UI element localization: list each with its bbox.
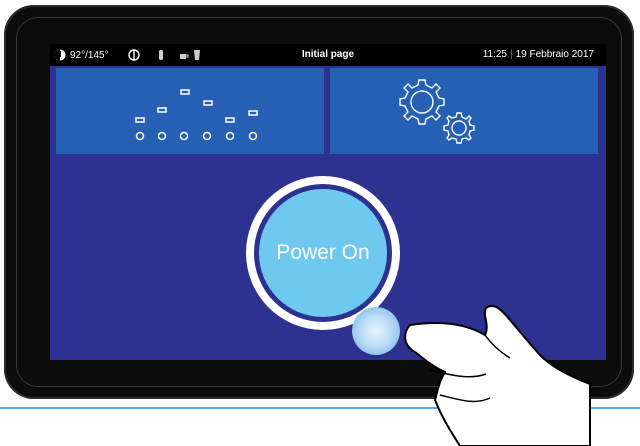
clock-date: 11:25 | 19 Febbraio 2017 bbox=[483, 49, 594, 60]
program-dots-icon bbox=[135, 89, 258, 141]
pointing-hand-icon bbox=[404, 304, 591, 446]
power-button-ring: Power On bbox=[254, 184, 392, 322]
clock-date-text: 19 Febbraio 2017 bbox=[515, 49, 594, 60]
settings-tile[interactable] bbox=[330, 68, 598, 154]
gears-icon bbox=[399, 79, 475, 144]
status-bar: 92°/145° Initial page 11:25 | 19 Febbraio … bbox=[50, 44, 606, 66]
programs-tile[interactable] bbox=[56, 68, 324, 154]
clock-separator: | bbox=[509, 49, 513, 60]
clock-time: 11:25 bbox=[482, 49, 507, 60]
power-button-label: Power On bbox=[259, 189, 387, 317]
